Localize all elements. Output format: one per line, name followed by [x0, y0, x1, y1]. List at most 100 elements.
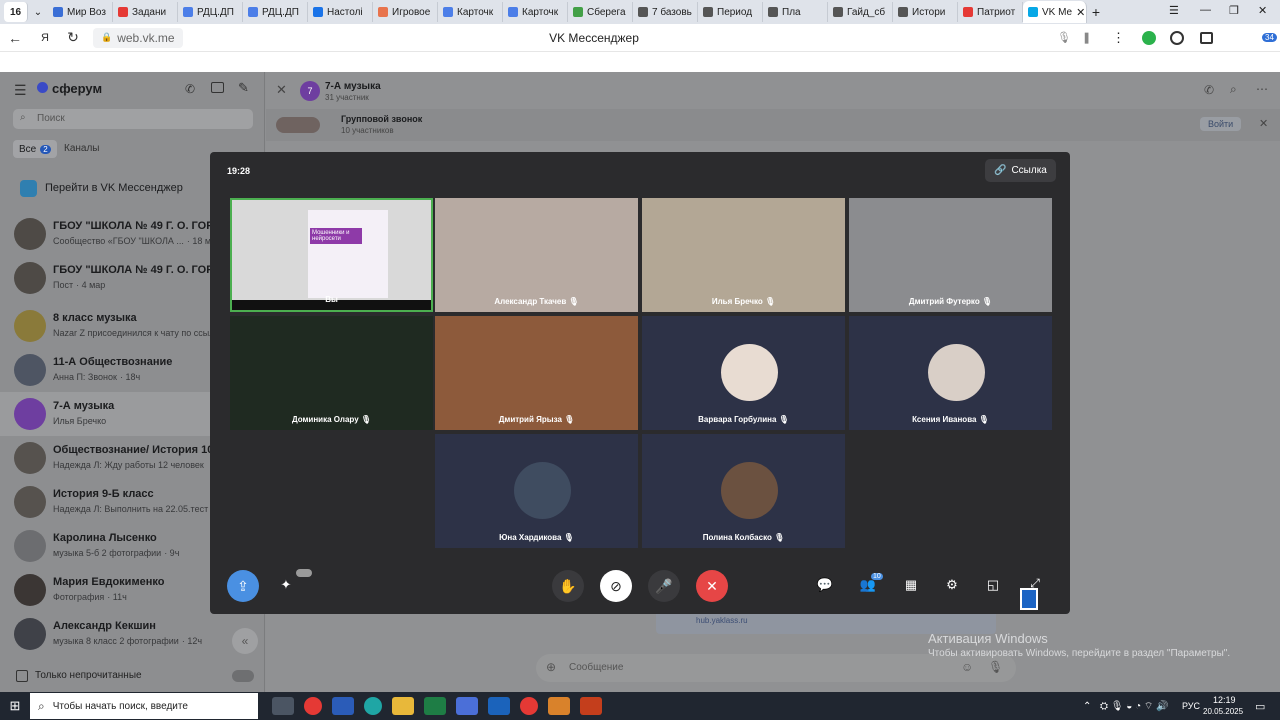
- raise-hand-button[interactable]: ✋: [552, 570, 584, 602]
- attach-icon[interactable]: ⊕: [546, 660, 556, 674]
- browser-tab[interactable]: Игровое: [373, 2, 438, 22]
- chat-more-icon[interactable]: ⋯: [1256, 82, 1268, 96]
- clock-time[interactable]: 12:19: [1213, 695, 1236, 705]
- participant-tile[interactable]: Доминика Олару 🎙: [230, 316, 433, 430]
- chat-search-icon[interactable]: ⌕: [1230, 82, 1237, 97]
- settings-icon[interactable]: ⚙: [941, 574, 963, 596]
- participant-tile[interactable]: Дмитрий Ярыза 🎙: [435, 316, 638, 430]
- browser-tab[interactable]: Мир Воз: [48, 2, 113, 22]
- chat-icon[interactable]: 💬: [814, 574, 836, 596]
- yandex-icon[interactable]: Я: [35, 32, 55, 44]
- browser-tab[interactable]: Гайд_сб: [828, 2, 893, 22]
- url-field[interactable]: 🔒 web.vk.me: [93, 27, 183, 48]
- store-icon[interactable]: [456, 697, 478, 715]
- archive-icon[interactable]: [211, 82, 224, 93]
- back-icon[interactable]: ←: [5, 30, 25, 46]
- filter-channels[interactable]: Каналы: [64, 143, 100, 154]
- browser-tab[interactable]: РДЦ.ДП: [243, 2, 308, 22]
- copy-link-button[interactable]: 🔗 Ссылка: [985, 159, 1056, 182]
- join-call-button[interactable]: Войти: [1200, 117, 1242, 131]
- browser-tab[interactable]: Задани: [113, 2, 178, 22]
- bookmark-icon[interactable]: ❚: [1082, 31, 1091, 44]
- dismiss-banner-icon[interactable]: ✕: [1259, 117, 1268, 130]
- tab-favicon-icon: [183, 7, 193, 17]
- effects-icon[interactable]: ✦: [275, 574, 297, 596]
- language-indicator[interactable]: РУС: [1182, 701, 1200, 711]
- microphone-button[interactable]: 🎤: [648, 570, 680, 602]
- close-tab-icon[interactable]: ✕: [1076, 6, 1085, 19]
- call-icon[interactable]: ✆: [185, 82, 195, 96]
- filter-all[interactable]: Все 2: [13, 140, 57, 158]
- compose-icon[interactable]: ✎: [238, 80, 249, 96]
- file-explorer-icon[interactable]: [392, 697, 414, 715]
- browser-tab[interactable]: Сберега: [568, 2, 633, 22]
- end-call-button[interactable]: ✕: [696, 570, 728, 602]
- yandex-browser-icon[interactable]: [304, 697, 322, 715]
- browser-tab[interactable]: РДЦ.ДП: [178, 2, 243, 22]
- browser-tab[interactable]: Настолі: [308, 2, 373, 22]
- browser-tab[interactable]: Патриот: [958, 2, 1023, 22]
- edge-icon[interactable]: [364, 697, 382, 715]
- browser-tab[interactable]: Карточк: [438, 2, 503, 22]
- minimize-icon[interactable]: —: [1200, 4, 1211, 16]
- protect-icon[interactable]: [1142, 30, 1156, 45]
- powerpoint-icon[interactable]: [580, 697, 602, 715]
- participant-tile[interactable]: Мошенники и нейросети Вы: [230, 198, 433, 312]
- clock-date[interactable]: 20.05.2025: [1203, 707, 1243, 716]
- word-icon[interactable]: [332, 697, 354, 715]
- player-icon[interactable]: [1170, 30, 1184, 45]
- participant-tile[interactable]: Дмитрий Футерко 🎙: [849, 198, 1052, 312]
- hamburger-icon[interactable]: ☰: [14, 82, 27, 99]
- tab-favicon-icon: [963, 7, 973, 17]
- taskbar-search[interactable]: ⌕ Чтобы начать поиск, введите: [30, 693, 258, 719]
- close-chat-icon[interactable]: ✕: [276, 82, 287, 98]
- tab-vk-messenger[interactable]: VK Ме ✕: [1023, 1, 1087, 23]
- more-icon[interactable]: ⋮: [1112, 30, 1125, 46]
- search-box[interactable]: ⌕ Поиск: [13, 109, 253, 129]
- participant-tile[interactable]: Ксения Иванова 🎙: [849, 316, 1052, 430]
- emoji-icon[interactable]: ☺: [961, 660, 973, 674]
- collections-icon[interactable]: [1200, 31, 1213, 44]
- goto-vk-messenger[interactable]: Перейти в VK Мессенджер: [45, 182, 183, 194]
- telegram-icon[interactable]: [548, 697, 570, 715]
- collapse-sidebar-icon[interactable]: «: [232, 628, 258, 654]
- outlook-icon[interactable]: [488, 697, 510, 715]
- task-view-icon[interactable]: [272, 697, 294, 715]
- close-window-icon[interactable]: ✕: [1258, 4, 1267, 17]
- participant-tile[interactable]: Юна Хардикова 🎙: [435, 434, 638, 548]
- notifications-icon[interactable]: ▭: [1255, 700, 1265, 713]
- tab-list-chevron-icon[interactable]: ⌄: [28, 2, 48, 22]
- chat-list-item[interactable]: Александр Кекшин музыка 8 класс 2 фотогра…: [0, 612, 265, 656]
- floating-app-icon[interactable]: [1020, 588, 1038, 610]
- minimize-call-icon[interactable]: ◱: [982, 574, 1004, 596]
- voice-message-icon[interactable]: 🎙: [988, 660, 1003, 674]
- participant-tile[interactable]: Полина Колбаско 🎙: [642, 434, 845, 548]
- excel-icon[interactable]: [424, 697, 446, 715]
- browser-tab[interactable]: Период: [698, 2, 763, 22]
- participant-tile[interactable]: Александр Ткачев 🎙: [435, 198, 638, 312]
- browser-tab[interactable]: 7 базовь: [633, 2, 698, 22]
- reload-icon[interactable]: ↻: [63, 29, 83, 46]
- downloads-badge[interactable]: 34: [1262, 33, 1277, 42]
- tray-icons[interactable]: ⛭ 🎙 ◒ ◔ ⌔ 🔊: [1100, 700, 1169, 713]
- tray-chevron-icon[interactable]: ⌃: [1083, 701, 1091, 712]
- chat-title: 7-А музыка: [325, 81, 381, 92]
- camera-off-button[interactable]: ⊘: [600, 570, 632, 602]
- browser-tab[interactable]: Карточк: [503, 2, 568, 22]
- browser-tab[interactable]: Истори: [893, 2, 958, 22]
- microphone-icon[interactable]: 🎙: [1057, 31, 1071, 44]
- unread-only-toggle[interactable]: [232, 670, 254, 682]
- chat-call-icon[interactable]: ✆: [1204, 83, 1214, 97]
- new-tab-button[interactable]: +: [1087, 4, 1105, 20]
- browser-tab[interactable]: Пла: [763, 2, 828, 22]
- restore-icon[interactable]: ❐: [1229, 4, 1239, 17]
- participant-tile[interactable]: Илья Бречко 🎙: [642, 198, 845, 312]
- unread-only-checkbox-icon[interactable]: [16, 670, 28, 682]
- layout-icon[interactable]: ▦: [900, 574, 922, 596]
- browser-menu-icon[interactable]: ☰: [1169, 4, 1179, 17]
- tab-count-badge[interactable]: 16: [4, 2, 28, 22]
- participant-tile[interactable]: Варвара Горбулина 🎙: [642, 316, 845, 430]
- screen-share-button[interactable]: ⇪: [227, 570, 259, 602]
- windows-start-icon[interactable]: ⊞: [0, 698, 30, 714]
- yandex-icon-2[interactable]: [520, 697, 538, 715]
